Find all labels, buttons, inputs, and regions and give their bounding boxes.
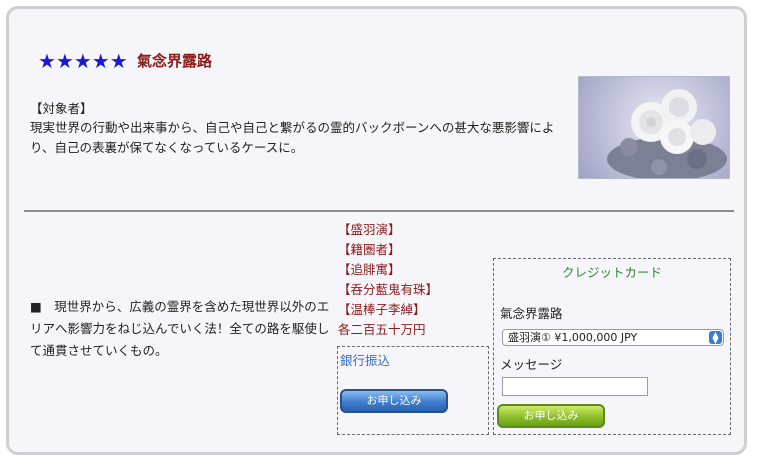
price-item: 【追腓寓】 xyxy=(338,262,401,277)
option-select[interactable]: 盛羽演① ¥1,000,000 JPY ▲ ▼ xyxy=(502,329,724,346)
credit-card-panel: クレジットカード 氣念界露路 盛羽演① ¥1,000,000 JPY ▲ ▼ メッ… xyxy=(493,258,731,435)
page-title: 氣念界露路 xyxy=(137,52,213,70)
price-item: 【籍圏者】 xyxy=(338,242,401,257)
message-label: メッセージ xyxy=(500,357,563,372)
roses-photo xyxy=(578,76,730,179)
white-roses-icon xyxy=(607,89,727,178)
credit-card-title: クレジットカード xyxy=(561,265,662,280)
price-list: 【盛羽演】 【籍圏者】 【追腓寓】 【呑分藍鬼有珠】 【温棒子李綽】 各二百五十… xyxy=(338,220,438,340)
target-description: 現実世界の行動や出来事から、自己や自己と繋がるの霊的バックボーンへの甚大な悪影響… xyxy=(30,120,555,155)
target-heading: 【対象者】 xyxy=(30,101,93,116)
card-product-label: 氣念界露路 xyxy=(500,306,563,321)
bank-apply-button[interactable]: お申し込み xyxy=(340,389,448,413)
price-item: 【温棒子李綽】 xyxy=(338,302,426,317)
price-total: 各二百五十万円 xyxy=(338,322,426,337)
bank-transfer-panel: 銀行振込 お申し込み xyxy=(337,346,489,435)
bank-transfer-label: 銀行振込 xyxy=(340,353,391,368)
rating-stars: ★★★★★ xyxy=(38,49,128,73)
card-apply-button[interactable]: お申し込み xyxy=(497,404,605,428)
method-description: ■ 現世界から、広義の霊界を含めた現世界以外のエリアへ影響力をねじ込んでいく法！… xyxy=(30,299,330,358)
select-arrows-icon: ▲ ▼ xyxy=(709,331,722,345)
message-input[interactable] xyxy=(502,377,648,396)
option-select-value: 盛羽演① ¥1,000,000 JPY xyxy=(508,331,638,344)
price-item: 【盛羽演】 xyxy=(338,222,401,237)
price-item: 【呑分藍鬼有珠】 xyxy=(338,282,439,297)
section-divider xyxy=(24,210,734,212)
